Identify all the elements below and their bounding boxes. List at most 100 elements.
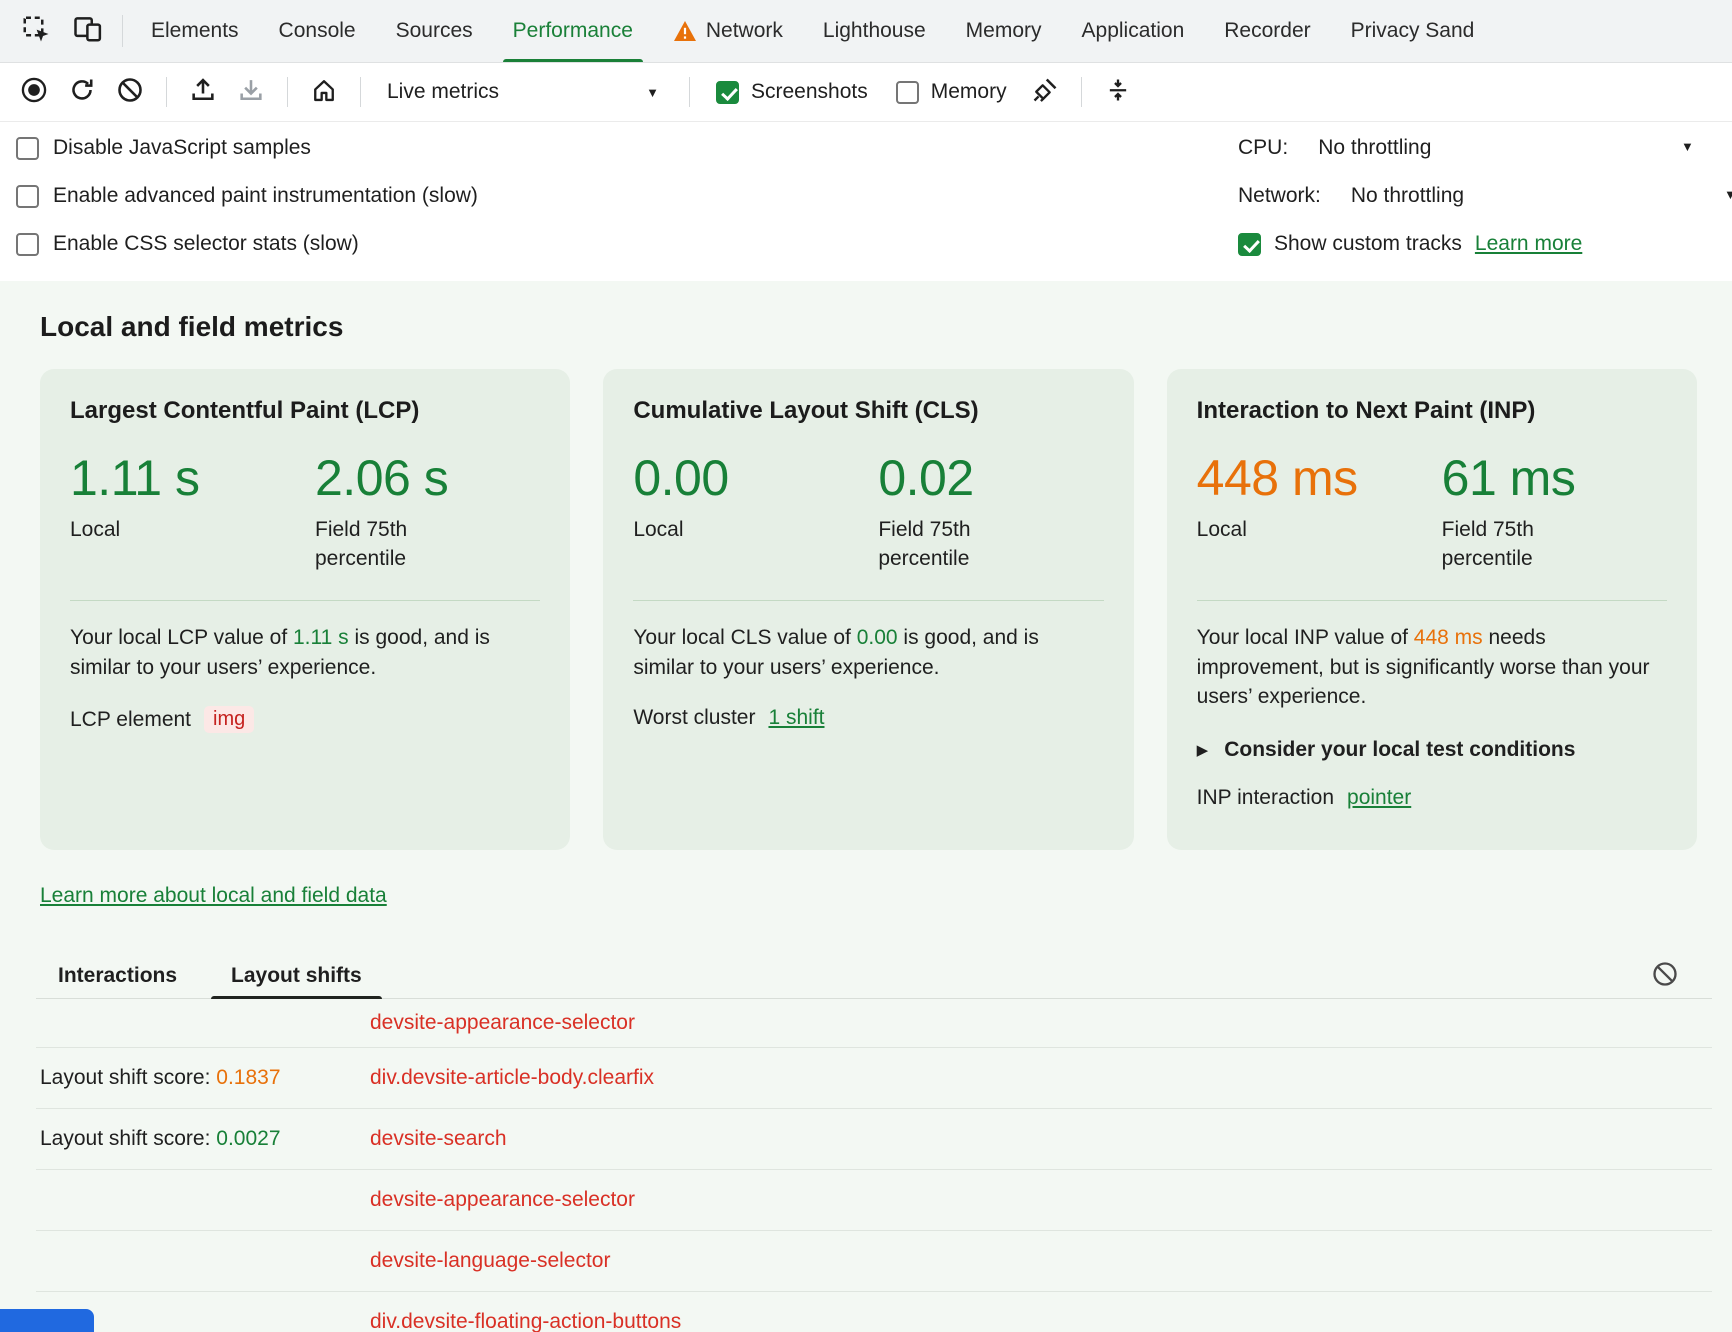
desc-text: Your local INP value of [1197, 626, 1414, 649]
history-select[interactable]: Live metrics ▼ [375, 72, 675, 112]
inspect-element-button[interactable] [10, 0, 62, 62]
tab-label: Sources [396, 19, 473, 43]
worst-cluster-label: Worst cluster [633, 706, 755, 730]
shift-node-link[interactable]: devsite-language-selector [370, 1249, 610, 1273]
shift-score: Layout shift score: 0.0027 [36, 1127, 281, 1151]
shift-node-link[interactable]: devsite-appearance-selector [370, 1011, 635, 1035]
tab-performance[interactable]: Performance [493, 0, 653, 62]
clear-icon [1651, 960, 1679, 993]
cls-field-label: Field 75th percentile [878, 515, 1048, 574]
separator [287, 77, 288, 107]
vertical-collapse-icon [1104, 76, 1132, 109]
table-row: devsite-appearance-selector [36, 999, 1712, 1048]
tab-privacy-sandbox[interactable]: Privacy Sand [1331, 0, 1495, 62]
separator [360, 77, 361, 107]
tab-recorder[interactable]: Recorder [1204, 0, 1330, 62]
score-label: Layout shift score: [40, 1066, 216, 1089]
save-profile-button[interactable] [229, 70, 273, 114]
worst-cluster-link[interactable]: 1 shift [768, 706, 824, 730]
collapse-button[interactable] [1096, 70, 1140, 114]
tab-memory[interactable]: Memory [946, 0, 1062, 62]
metric-cards: Largest Contentful Paint (LCP) 1.11 s Lo… [40, 369, 1697, 850]
clear-log-button[interactable] [1648, 959, 1682, 993]
disclosure-triangle-icon: ▶ [1197, 741, 1209, 759]
local-test-conditions-disclosure[interactable]: ▶ Consider your local test conditions [1197, 738, 1667, 762]
chevron-down-icon: ▼ [646, 85, 659, 100]
separator [122, 15, 123, 47]
score-value: 0.1837 [216, 1066, 280, 1089]
setting-label: Enable advanced paint instrumentation (s… [53, 184, 478, 208]
live-metrics-home-button[interactable] [302, 70, 346, 114]
table-row: Layout shift score: 0.0027 devsite-searc… [36, 1109, 1712, 1170]
cpu-throttling-select[interactable]: CPU: No throttling ▼ [1238, 124, 1732, 172]
inp-card-title: Interaction to Next Paint (INP) [1197, 397, 1667, 425]
lcp-field-label: Field 75th percentile [315, 515, 485, 574]
device-toolbar-icon [73, 14, 103, 49]
tab-application[interactable]: Application [1062, 0, 1205, 62]
shift-node-link[interactable]: devsite-appearance-selector [370, 1188, 635, 1212]
lcp-element-label: LCP element [70, 708, 191, 732]
checkbox-checked-icon[interactable] [1238, 233, 1261, 256]
checkbox-checked-icon[interactable] [716, 81, 739, 104]
lcp-values: 1.11 s Local 2.06 s Field 75th percentil… [70, 451, 540, 574]
setting-label: Enable CSS selector stats (slow) [53, 232, 359, 256]
reload-icon [68, 76, 96, 109]
tab-label: Elements [151, 19, 239, 43]
lcp-field-value: 2.06 s [315, 451, 540, 505]
lcp-local-label: Local [70, 515, 240, 544]
inp-interaction-link[interactable]: pointer [1347, 786, 1411, 810]
clear-button[interactable] [108, 70, 152, 114]
tab-label: Layout shifts [231, 964, 362, 988]
layout-shifts-table: devsite-appearance-selector Layout shift… [36, 999, 1712, 1332]
checkbox-unchecked-icon[interactable] [896, 81, 919, 104]
tab-label: Network [706, 19, 783, 43]
tab-console[interactable]: Console [259, 0, 376, 62]
local-field-data-learn-more-link[interactable]: Learn more about local and field data [40, 884, 387, 907]
table-row: Layout shift score: 0.1837 div.devsite-a… [36, 1048, 1712, 1109]
network-throttling-select[interactable]: Network: No throttling ▼ [1238, 172, 1732, 220]
local-test-conditions-label: Consider your local test conditions [1224, 738, 1575, 762]
tab-label: Privacy Sand [1351, 19, 1475, 43]
shift-node-link[interactable]: div.devsite-floating-action-buttons [370, 1310, 681, 1332]
custom-tracks-learn-more-link[interactable]: Learn more [1475, 232, 1582, 256]
lcp-local-value: 1.11 s [70, 451, 315, 505]
tab-label: Lighthouse [823, 19, 926, 43]
checkbox-unchecked-icon[interactable] [16, 185, 39, 208]
download-icon [237, 76, 265, 109]
tab-layout-shifts[interactable]: Layout shifts [209, 954, 384, 998]
shift-node-link[interactable]: div.devsite-article-body.clearfix [370, 1066, 654, 1090]
cls-description: Your local CLS value of 0.00 is good, an… [633, 623, 1103, 683]
lcp-desc-value: 1.11 s [293, 626, 349, 649]
load-profile-button[interactable] [181, 70, 225, 114]
inp-desc-value: 448 ms [1414, 626, 1483, 649]
tab-sources[interactable]: Sources [376, 0, 493, 62]
checkbox-unchecked-icon[interactable] [16, 137, 39, 160]
checkbox-unchecked-icon[interactable] [16, 233, 39, 256]
broom-icon [1031, 76, 1059, 109]
warning-icon [673, 20, 697, 42]
shift-node-link[interactable]: devsite-search [370, 1127, 507, 1151]
show-custom-tracks-row: Show custom tracks Learn more [1238, 220, 1732, 268]
upload-icon [189, 76, 217, 109]
inp-local-label: Local [1197, 515, 1367, 544]
tab-elements[interactable]: Elements [131, 0, 259, 62]
tab-interactions[interactable]: Interactions [36, 954, 199, 998]
lcp-element-row: LCP element img [70, 706, 540, 733]
network-throttling-value: No throttling [1351, 184, 1464, 208]
live-metrics-panel: Local and field metrics Largest Contentf… [0, 281, 1732, 1332]
tab-lighthouse[interactable]: Lighthouse [803, 0, 946, 62]
tab-label: Performance [513, 19, 633, 43]
device-toolbar-button[interactable] [62, 0, 114, 62]
screenshots-label: Screenshots [751, 80, 868, 104]
record-button[interactable] [12, 70, 56, 114]
capture-settings: Disable JavaScript samples Enable advanc… [0, 122, 1732, 281]
memory-checkbox[interactable]: Memory [884, 80, 1019, 104]
tab-network[interactable]: Network [653, 0, 803, 62]
reload-and-record-button[interactable] [60, 70, 104, 114]
lcp-element-node-link[interactable]: img [204, 706, 254, 733]
cls-card: Cumulative Layout Shift (CLS) 0.00 Local… [603, 369, 1133, 850]
separator [1081, 77, 1082, 107]
screenshots-checkbox[interactable]: Screenshots [704, 80, 880, 104]
separator [689, 77, 690, 107]
collect-garbage-button[interactable] [1023, 70, 1067, 114]
